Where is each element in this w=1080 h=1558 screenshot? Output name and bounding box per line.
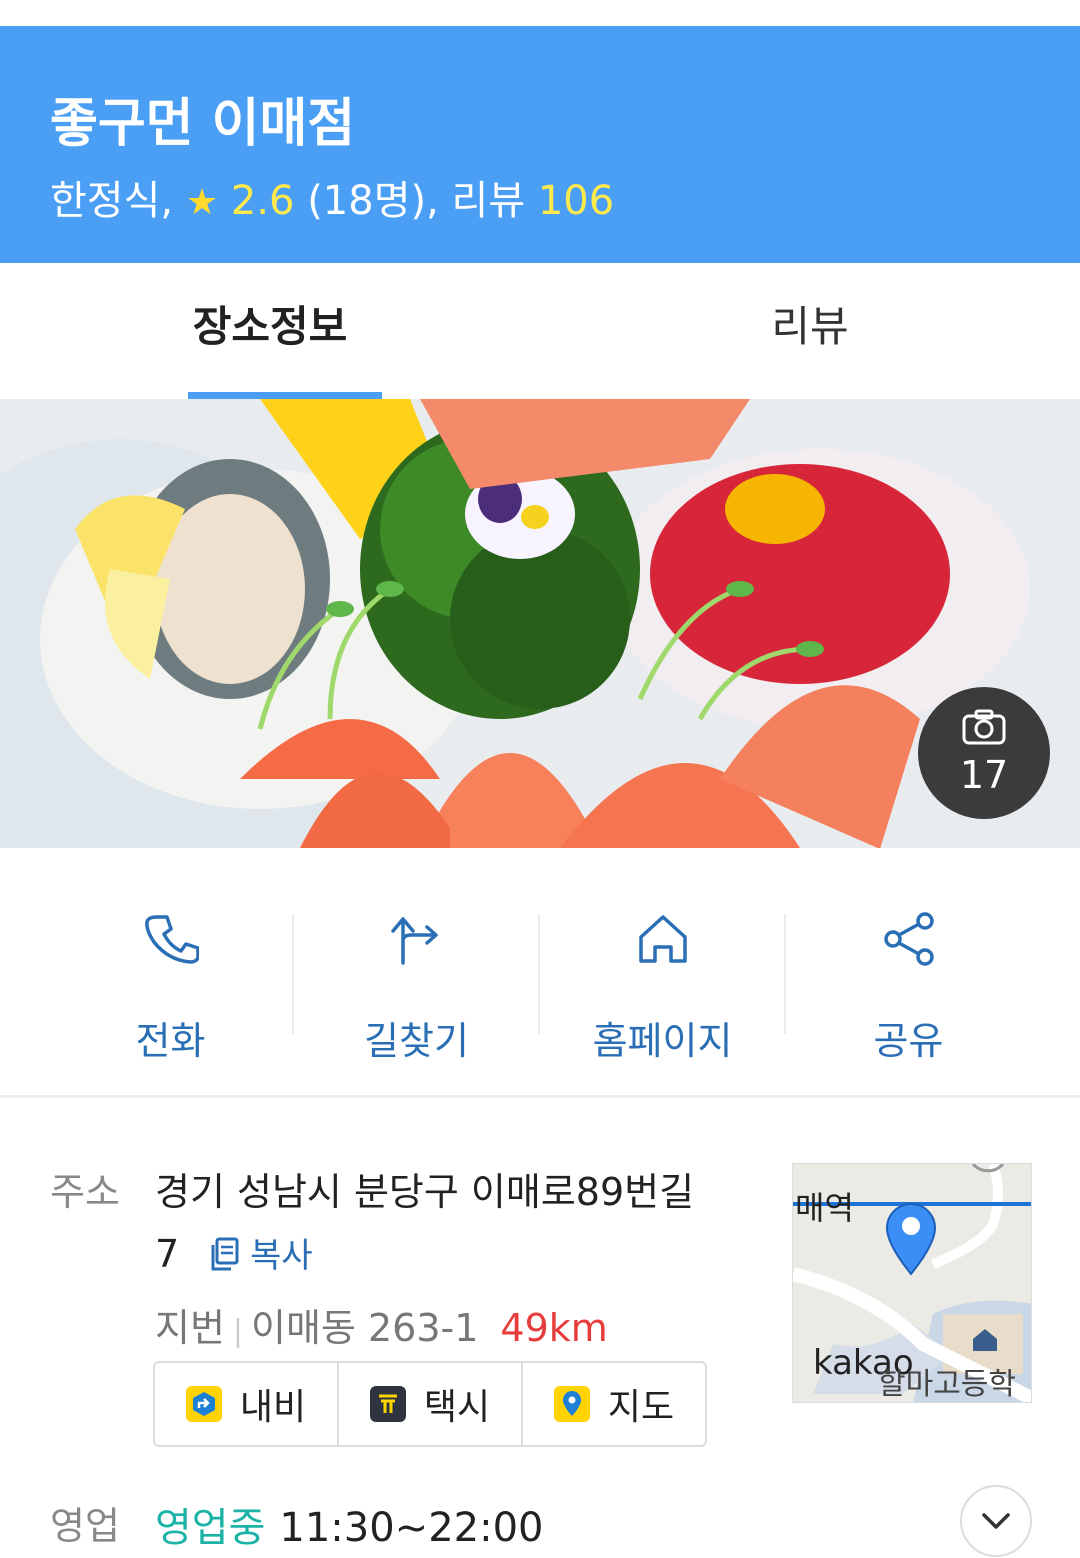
map-station-text: 매역 bbox=[795, 1190, 854, 1226]
jibun-row: 지번 | 이매동 263-1 49km bbox=[155, 1297, 608, 1352]
homepage-label: 홈페이지 bbox=[592, 1019, 733, 1063]
map-label: 지도 bbox=[607, 1387, 675, 1428]
tab-bar: 장소정보 리뷰 bbox=[0, 263, 1080, 399]
address-text: 경기 성남시 분당구 이매로89번길 7 복사 bbox=[155, 1161, 765, 1287]
hours-time: 11:30~22:00 bbox=[279, 1505, 544, 1551]
route-icon bbox=[294, 904, 539, 974]
directions-button[interactable]: 길찾기 bbox=[294, 904, 539, 1063]
distance: 49km bbox=[500, 1306, 608, 1350]
hours-row: 영업중 11:30~22:00 bbox=[155, 1495, 543, 1553]
taxi-label: 택시 bbox=[423, 1387, 491, 1428]
jibun-value: 이매동 263-1 bbox=[251, 1306, 479, 1350]
share-icon bbox=[786, 904, 1031, 974]
address-line2-row: 7 복사 bbox=[155, 1223, 765, 1287]
navi-label: 내비 bbox=[239, 1387, 307, 1428]
place-title: 좋구먼 이매점 bbox=[50, 94, 356, 154]
review-label: 리뷰 bbox=[451, 178, 526, 224]
phone-icon bbox=[48, 904, 293, 974]
taxi-icon bbox=[369, 1386, 406, 1422]
directions-label: 길찾기 bbox=[364, 1019, 469, 1063]
status-bar-gap bbox=[0, 0, 1080, 26]
copy-address-button[interactable]: 복사 bbox=[191, 1236, 313, 1276]
action-bar: 전화 길찾기 홈페이지 공유 bbox=[0, 848, 1080, 1098]
rating-value: 2.6 bbox=[230, 178, 295, 224]
share-button[interactable]: 공유 bbox=[786, 904, 1031, 1063]
address-line1: 경기 성남시 분당구 이매로89번길 bbox=[155, 1170, 695, 1214]
expand-hours-button[interactable] bbox=[960, 1485, 1032, 1557]
navi-button[interactable]: 내비 bbox=[155, 1363, 339, 1445]
tab-reviews[interactable]: 리뷰 bbox=[540, 263, 1080, 399]
call-label: 전화 bbox=[135, 1019, 206, 1063]
address-label: 주소 bbox=[50, 1170, 120, 1214]
place-subtitle: 한정식, ★ 2.6 (18명), 리뷰 106 bbox=[50, 168, 614, 226]
place-header: 좋구먼 이매점 한정식, ★ 2.6 (18명), 리뷰 106 bbox=[0, 26, 1080, 263]
map-thumbnail[interactable]: 매역 kakao 할마고등학 bbox=[792, 1163, 1032, 1403]
separator: | bbox=[232, 1314, 244, 1349]
copy-label: 복사 bbox=[250, 1236, 313, 1276]
copy-icon bbox=[211, 1237, 239, 1271]
jibun-label: 지번 bbox=[155, 1306, 225, 1350]
map-pin-icon bbox=[553, 1386, 590, 1422]
chevron-down-icon bbox=[982, 1513, 1010, 1529]
map-school-text: 할마고등학 bbox=[878, 1368, 1016, 1401]
photo-count-badge[interactable]: 17 bbox=[918, 687, 1050, 819]
map-button[interactable]: 지도 bbox=[523, 1363, 705, 1445]
open-status: 영업중 bbox=[155, 1505, 266, 1551]
photo-count: 17 bbox=[959, 753, 1009, 797]
hours-label: 영업 bbox=[50, 1504, 120, 1548]
tab-place-info[interactable]: 장소정보 bbox=[0, 263, 540, 399]
address-line2: 7 bbox=[155, 1232, 180, 1276]
rating-count: (18명), bbox=[307, 178, 439, 224]
place-info-section: 주소 경기 성남시 분당구 이매로89번길 7 복사 지번 | 이매동 263-1 4… bbox=[0, 1101, 1080, 1558]
address-action-buttons: 내비 택시 지도 bbox=[153, 1361, 707, 1447]
star-icon: ★ bbox=[185, 182, 219, 223]
home-icon bbox=[540, 904, 785, 974]
navi-icon bbox=[185, 1386, 222, 1422]
map-illustration: 매역 kakao 할마고등학 bbox=[793, 1164, 1031, 1402]
category: 한정식, bbox=[50, 178, 174, 224]
call-button[interactable]: 전화 bbox=[48, 904, 293, 1063]
homepage-button[interactable]: 홈페이지 bbox=[540, 904, 785, 1063]
share-label: 공유 bbox=[873, 1019, 944, 1063]
taxi-button[interactable]: 택시 bbox=[339, 1363, 523, 1445]
active-tab-indicator bbox=[188, 392, 382, 399]
review-count: 106 bbox=[537, 178, 615, 224]
camera-icon bbox=[962, 709, 1006, 745]
